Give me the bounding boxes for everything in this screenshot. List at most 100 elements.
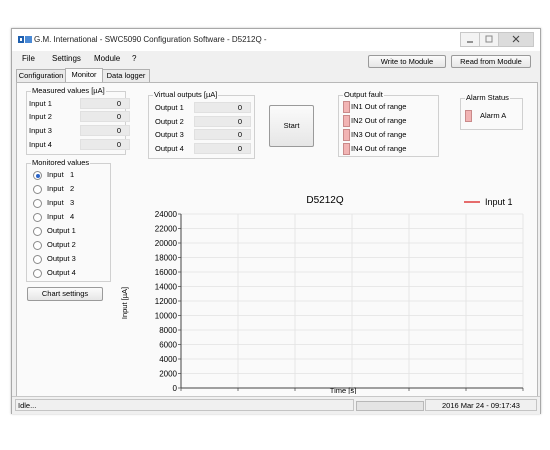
chart-grid bbox=[180, 213, 524, 389]
measured-label-4: Input 4 bbox=[29, 140, 52, 149]
measured-value-3: 0 bbox=[80, 125, 130, 136]
output-fault-group: Output fault IN1 Out of range IN2 Out of… bbox=[338, 90, 439, 157]
virtual-value-2: 0 bbox=[194, 116, 251, 127]
measured-label-1: Input 1 bbox=[29, 99, 52, 108]
measured-label-2: Input 2 bbox=[29, 112, 52, 121]
radio-button[interactable] bbox=[33, 185, 42, 194]
app-window: G.M. International - SWC5090 Configurati… bbox=[11, 28, 541, 414]
menu-help[interactable]: ? bbox=[132, 54, 136, 63]
radio-button[interactable] bbox=[33, 269, 42, 278]
x-tick-label: 60 bbox=[291, 393, 300, 394]
radio-label: Output 4 bbox=[47, 268, 76, 277]
menu-settings[interactable]: Settings bbox=[52, 54, 81, 63]
fault-label-4: IN4 Out of range bbox=[351, 144, 407, 153]
minimize-button[interactable] bbox=[460, 32, 480, 47]
x-tick-label: 0 bbox=[179, 393, 184, 394]
alarm-status-group: Alarm Status Alarm A bbox=[460, 93, 523, 130]
measured-values-title: Measured values [µA] bbox=[31, 86, 106, 95]
y-tick-label: 10000 bbox=[155, 312, 178, 321]
fault-indicator-1 bbox=[343, 101, 350, 113]
maximize-icon bbox=[485, 35, 493, 43]
radio-label: Output 3 bbox=[47, 254, 76, 263]
measured-value-2: 0 bbox=[80, 111, 130, 122]
status-progress-bar bbox=[356, 401, 424, 411]
y-axis-label: Input [µA] bbox=[120, 287, 129, 319]
virtual-value-4: 0 bbox=[194, 143, 251, 154]
y-tick-label: 4000 bbox=[159, 355, 177, 364]
y-tick-label: 2000 bbox=[159, 370, 177, 379]
radio-button[interactable] bbox=[33, 227, 42, 236]
chart-settings-button[interactable]: Chart settings bbox=[27, 287, 103, 301]
y-tick-label: 14000 bbox=[155, 283, 178, 292]
minimize-icon bbox=[467, 41, 473, 43]
close-button[interactable] bbox=[498, 32, 534, 47]
fault-indicator-2 bbox=[343, 115, 350, 127]
status-bar: Idle... 2016 Mar 24 - 09:17:43 bbox=[12, 396, 540, 414]
x-tick-label: 150 bbox=[459, 393, 473, 394]
virtual-label-4: Output 4 bbox=[155, 144, 184, 153]
y-tick-label: 12000 bbox=[155, 297, 178, 306]
radio-button[interactable] bbox=[33, 171, 42, 180]
menu-file[interactable]: File bbox=[22, 54, 35, 63]
radio-label: Input bbox=[47, 184, 64, 193]
fault-indicator-3 bbox=[343, 129, 350, 141]
radio-label: Output 1 bbox=[47, 226, 76, 235]
measured-label-3: Input 3 bbox=[29, 126, 52, 135]
tab-monitor[interactable]: Monitor bbox=[65, 68, 103, 82]
chart-axes: 0 2000 4000 6000 8000 10000 12000 14000 16000 180… bbox=[155, 210, 530, 394]
y-tick-label: 8000 bbox=[159, 326, 177, 335]
alarm-indicator bbox=[465, 110, 472, 122]
fault-label-2: IN2 Out of range bbox=[351, 116, 407, 125]
radio-button[interactable] bbox=[33, 199, 42, 208]
alarm-label: Alarm A bbox=[480, 111, 507, 120]
x-axis-label: Time [s] bbox=[330, 386, 356, 394]
status-text: Idle... bbox=[15, 399, 354, 411]
tab-configuration[interactable]: Configuration bbox=[16, 69, 66, 82]
status-datetime: 2016 Mar 24 - 09:17:43 bbox=[425, 399, 537, 411]
radio-number: 4 bbox=[70, 212, 75, 221]
chart-title: D5212Q bbox=[306, 195, 343, 206]
fault-label-1: IN1 Out of range bbox=[351, 102, 407, 111]
monitored-values-title: Monitored values bbox=[31, 158, 91, 167]
virtual-label-3: Output 3 bbox=[155, 130, 184, 139]
x-tick-label: 180 bbox=[516, 393, 530, 394]
monitored-values-group: Monitored values Input 1 Input 2 Input 3… bbox=[26, 158, 111, 282]
gm-logo-icon bbox=[18, 36, 32, 43]
window-title: G.M. International - SWC5090 Configurati… bbox=[34, 35, 267, 44]
radio-label: Input bbox=[47, 212, 64, 221]
y-tick-label: 18000 bbox=[155, 254, 178, 263]
radio-number: 3 bbox=[70, 198, 75, 207]
output-fault-title: Output fault bbox=[343, 90, 384, 99]
y-tick-label: 6000 bbox=[159, 341, 177, 350]
radio-button[interactable] bbox=[33, 255, 42, 264]
virtual-label-1: Output 1 bbox=[155, 103, 184, 112]
monitor-chart: 0 2000 4000 6000 8000 10000 12000 14000 16000 180… bbox=[120, 195, 530, 394]
menu-module[interactable]: Module bbox=[94, 54, 120, 63]
read-from-module-button[interactable]: Read from Module bbox=[451, 55, 531, 68]
measured-values-group: Measured values [µA] Input 1 0 Input 2 0… bbox=[26, 86, 130, 155]
radio-button[interactable] bbox=[33, 213, 42, 222]
virtual-outputs-title: Virtual outputs [µA] bbox=[153, 90, 219, 99]
y-tick-label: 20000 bbox=[155, 239, 178, 248]
virtual-value-1: 0 bbox=[194, 102, 251, 113]
radio-number: 1 bbox=[70, 170, 75, 179]
start-button[interactable]: Start bbox=[269, 105, 314, 147]
radio-label: Input bbox=[47, 198, 64, 207]
write-to-module-button[interactable]: Write to Module bbox=[368, 55, 446, 68]
fault-label-3: IN3 Out of range bbox=[351, 130, 407, 139]
maximize-button[interactable] bbox=[479, 32, 499, 47]
fault-indicator-4 bbox=[343, 143, 350, 155]
radio-label: Output 2 bbox=[47, 240, 76, 249]
title-bar: G.M. International - SWC5090 Configurati… bbox=[12, 29, 540, 51]
x-tick-label: 120 bbox=[402, 393, 416, 394]
virtual-value-3: 0 bbox=[194, 129, 251, 140]
measured-value-1: 0 bbox=[80, 98, 130, 109]
radio-label: Input bbox=[47, 170, 64, 179]
tab-data-logger[interactable]: Data logger bbox=[102, 69, 150, 82]
measured-value-4: 0 bbox=[80, 139, 130, 150]
radio-button[interactable] bbox=[33, 241, 42, 250]
legend-label-input-1: Input 1 bbox=[485, 197, 513, 207]
y-tick-label: 0 bbox=[173, 384, 178, 393]
monitor-panel: Measured values [µA] Input 1 0 Input 2 0… bbox=[16, 82, 538, 397]
virtual-outputs-group: Virtual outputs [µA] Output 1 0 Output 2… bbox=[148, 90, 255, 159]
